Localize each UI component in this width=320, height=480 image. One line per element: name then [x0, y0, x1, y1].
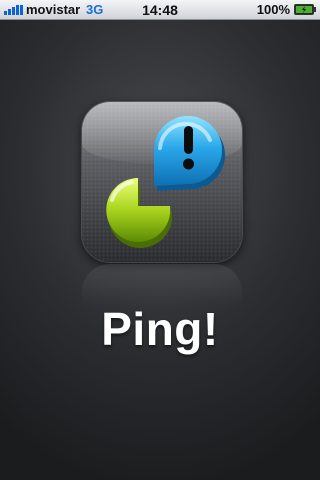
battery-percentage: 100% [256, 2, 290, 17]
status-bar: movistar 3G 14:48 100% [0, 0, 320, 20]
ping-app-icon [82, 102, 242, 262]
chat-bubbles-icon [106, 116, 225, 248]
battery-charging-icon [294, 4, 316, 15]
app-title: Ping! [101, 303, 219, 355]
icon-reflection [82, 264, 242, 306]
